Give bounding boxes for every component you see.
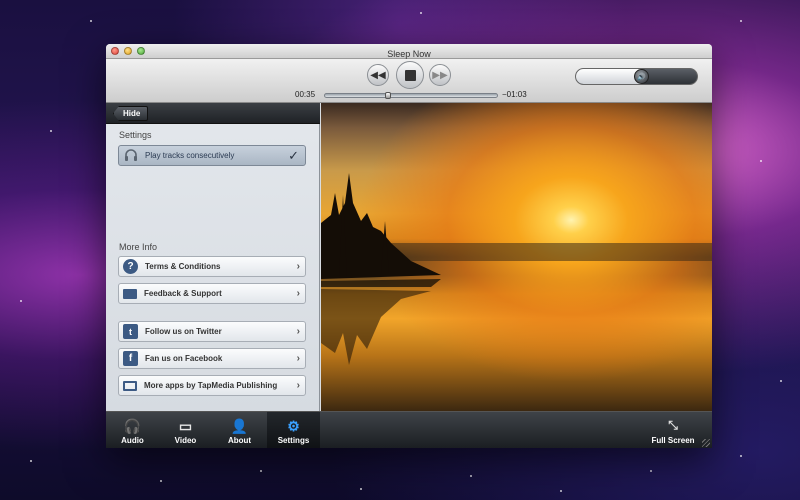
volume-slider[interactable]: 🔊 bbox=[575, 68, 698, 85]
chevron-right-icon: › bbox=[296, 326, 300, 337]
bottom-tab-bar: 🎧 Audio ▭ Video 👤 About ⚙ Settings ⤡ Ful… bbox=[106, 411, 712, 448]
question-icon: ? bbox=[123, 259, 138, 274]
terms-conditions-link[interactable]: ? Terms & Conditions › bbox=[118, 256, 306, 277]
tab-video[interactable]: ▭ Video bbox=[159, 412, 212, 448]
setting-label: Play tracks consecutively bbox=[145, 151, 235, 160]
hide-sidebar-button[interactable]: Hide bbox=[113, 106, 149, 121]
sidebar-header: Hide bbox=[106, 103, 320, 124]
progress-knob[interactable] bbox=[385, 92, 391, 99]
tree-silhouette bbox=[321, 173, 712, 365]
chevron-right-icon: › bbox=[296, 288, 300, 299]
tab-audio[interactable]: 🎧 Audio bbox=[106, 412, 159, 448]
chevron-right-icon: › bbox=[296, 380, 300, 391]
monitor-icon: ▭ bbox=[178, 418, 193, 434]
more-apps-link[interactable]: More apps by TapMedia Publishing › bbox=[118, 375, 306, 396]
headphones-icon: 🎧 bbox=[123, 418, 142, 434]
settings-sidebar: Hide Settings Play tracks consecutively … bbox=[106, 103, 320, 411]
speaker-icon: 🔊 bbox=[637, 73, 646, 81]
tab-label: Settings bbox=[277, 436, 310, 445]
settings-heading: Settings bbox=[119, 130, 152, 140]
headphones-icon bbox=[123, 148, 138, 163]
tab-label: Video bbox=[174, 436, 197, 445]
resize-handle[interactable] bbox=[702, 439, 710, 447]
player-toolbar: ◀◀ ▶▶ 00:35 −01:03 🔊 bbox=[106, 59, 712, 103]
row-label: Feedback & Support bbox=[144, 289, 222, 298]
gear-icon: ⚙ bbox=[287, 418, 300, 434]
zoom-window-button[interactable] bbox=[137, 47, 145, 55]
facebook-link[interactable]: f Fan us on Facebook › bbox=[118, 348, 306, 369]
rewind-button[interactable]: ◀◀ bbox=[367, 64, 389, 86]
progress-slider[interactable] bbox=[324, 92, 498, 99]
chevron-right-icon: › bbox=[296, 353, 300, 364]
tab-label: Audio bbox=[121, 436, 144, 445]
twitter-link[interactable]: t Follow us on Twitter › bbox=[118, 321, 306, 342]
tab-settings[interactable]: ⚙ Settings bbox=[267, 412, 320, 448]
row-label: More apps by TapMedia Publishing bbox=[144, 381, 278, 390]
checkmark-icon: ✓ bbox=[288, 147, 299, 163]
close-window-button[interactable] bbox=[111, 47, 119, 55]
minimize-window-button[interactable] bbox=[124, 47, 132, 55]
setting-play-consecutively[interactable]: Play tracks consecutively ✓ bbox=[118, 145, 306, 166]
window-title: Sleep Now bbox=[387, 49, 431, 59]
app-window: Sleep Now ◀◀ ▶▶ 00:35 −01:03 🔊 Hide Sett… bbox=[106, 44, 712, 448]
stop-button[interactable] bbox=[396, 61, 424, 89]
feedback-support-link[interactable]: Feedback & Support › bbox=[118, 283, 306, 304]
tab-label: About bbox=[227, 436, 252, 445]
full-screen-button[interactable]: ⤡ Full Screen bbox=[643, 412, 703, 448]
full-screen-label: Full Screen bbox=[651, 436, 695, 445]
envelope-icon bbox=[123, 288, 137, 299]
more-info-heading: More Info bbox=[119, 242, 158, 252]
fullscreen-arrows-icon: ⤡ bbox=[668, 418, 678, 432]
twitter-icon: t bbox=[123, 324, 138, 339]
chevron-right-icon: › bbox=[296, 261, 300, 272]
title-bar: Sleep Now bbox=[106, 44, 712, 59]
row-label: Follow us on Twitter bbox=[145, 327, 222, 336]
volume-knob[interactable]: 🔊 bbox=[634, 69, 649, 84]
row-label: Terms & Conditions bbox=[145, 262, 221, 271]
rewind-icon: ◀◀ bbox=[370, 69, 386, 81]
elapsed-time: 00:35 bbox=[295, 90, 316, 99]
monitor-icon bbox=[123, 380, 137, 391]
video-sunset-scene bbox=[321, 103, 712, 411]
tab-about[interactable]: 👤 About bbox=[213, 412, 266, 448]
person-icon: 👤 bbox=[230, 418, 249, 434]
facebook-icon: f bbox=[123, 351, 138, 366]
fast-forward-icon: ▶▶ bbox=[432, 69, 448, 81]
remaining-time: −01:03 bbox=[502, 90, 527, 99]
fast-forward-button[interactable]: ▶▶ bbox=[429, 64, 451, 86]
stop-icon bbox=[404, 69, 416, 81]
volume-fill bbox=[576, 69, 642, 84]
row-label: Fan us on Facebook bbox=[145, 354, 223, 363]
